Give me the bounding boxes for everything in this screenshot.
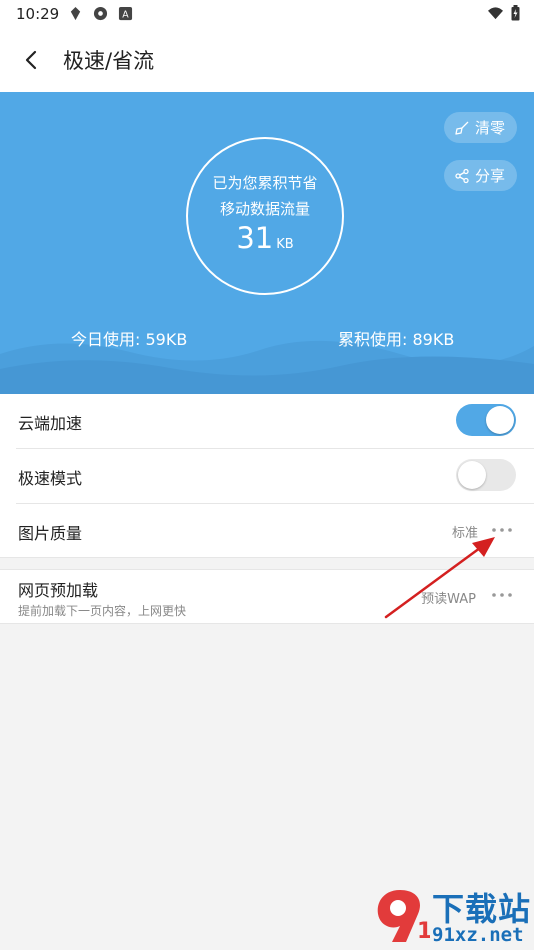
clear-label: 清零 — [474, 119, 505, 137]
battery-icon — [511, 5, 520, 21]
image-quality-row[interactable]: 图片质量 标准 — [16, 504, 534, 558]
cloud-accel-toggle[interactable] — [456, 404, 516, 436]
savings-unit: KB — [276, 237, 294, 252]
page-title: 极速/省流 — [63, 49, 155, 73]
speed-mode-row: 极速模式 — [16, 449, 534, 504]
preload-row[interactable]: 网页预加载 提前加载下一页内容，上网更快 预读WAP — [0, 569, 534, 624]
speed-mode-label: 极速模式 — [18, 469, 83, 488]
preload-title: 网页预加载 — [18, 581, 99, 600]
today-usage: 今日使用: 59KB — [71, 330, 188, 349]
preload-value: 预读WAP — [421, 592, 476, 607]
more-options-icon[interactable] — [490, 586, 514, 604]
image-quality-value: 标准 — [451, 526, 478, 541]
back-arrow-icon[interactable] — [20, 48, 44, 72]
svg-text:A: A — [122, 9, 129, 20]
share-button[interactable]: 分享 — [443, 160, 517, 191]
watermark-url: 91xz.net — [432, 924, 524, 946]
data-saving-header: 已为您累积节省 移动数据流量 31 KB 清零 分享 今日使用: 59KB 累积使… — [0, 92, 534, 394]
savings-value: 31 KB — [188, 221, 342, 255]
status-time: 10:29 — [16, 5, 60, 23]
total-usage: 累积使用: 89KB — [338, 330, 455, 349]
toggle-knob — [486, 406, 514, 434]
svg-text:1: 1 — [417, 919, 430, 944]
savings-caption-line1: 已为您累积节省 — [212, 174, 318, 192]
toggle-knob — [458, 461, 486, 489]
preload-subtitle: 提前加载下一页内容，上网更快 — [18, 604, 187, 618]
app-a-icon: A — [118, 6, 133, 20]
savings-caption-line2: 移动数据流量 — [219, 200, 310, 218]
clear-button[interactable]: 清零 — [443, 112, 517, 143]
cloud-accel-row: 云端加速 — [16, 394, 534, 449]
app-notification-icon — [70, 6, 81, 21]
watermark-logo-icon: 1 — [377, 890, 430, 944]
image-quality-label: 图片质量 — [18, 524, 83, 543]
notification-icons: A — [68, 6, 133, 21]
status-bar: 10:29 A — [0, 0, 534, 28]
aperture-icon — [93, 6, 108, 21]
watermark: 1 下载站 91xz.net — [360, 882, 534, 950]
app-bar: 极速/省流 — [0, 28, 534, 92]
share-icon — [455, 168, 469, 183]
broom-icon — [455, 121, 469, 135]
more-options-icon[interactable] — [490, 521, 514, 539]
wifi-icon — [488, 6, 503, 19]
system-icons — [488, 5, 520, 21]
share-label: 分享 — [474, 167, 505, 185]
speed-mode-toggle[interactable] — [456, 459, 516, 491]
savings-circle: 已为您累积节省 移动数据流量 31 KB — [186, 137, 344, 295]
cloud-accel-label: 云端加速 — [18, 414, 83, 433]
savings-number: 31 — [236, 221, 274, 255]
settings-list: 云端加速 极速模式 图片质量 标准 — [0, 394, 534, 558]
